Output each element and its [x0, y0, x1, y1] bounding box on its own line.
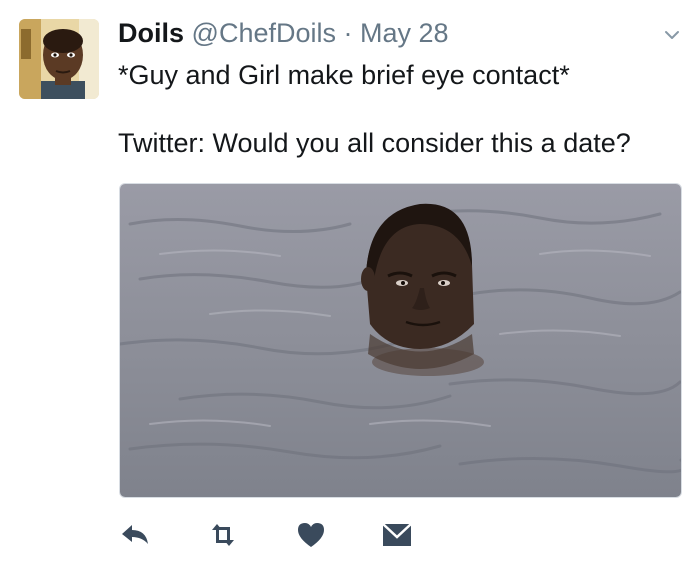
avatar[interactable]: [19, 19, 99, 99]
tweet-media[interactable]: [119, 183, 682, 498]
envelope-icon[interactable]: [380, 520, 414, 550]
tweet-actions: [118, 520, 418, 552]
tweet-text-line-2: Twitter: Would you all consider this a d…: [118, 128, 631, 158]
author-name[interactable]: Doils: [118, 18, 184, 48]
avatar-image: [19, 19, 99, 99]
tweet-header: Doils @ChefDoils · May 28: [118, 16, 449, 50]
tweet-text-line-1: *Guy and Girl make brief eye contact*: [118, 60, 570, 90]
header-separator: ·: [343, 18, 353, 48]
tweet-text: *Guy and Girl make brief eye contact* Tw…: [118, 58, 678, 160]
tweet-date[interactable]: May 28: [360, 18, 449, 48]
text-spacer: [118, 92, 678, 126]
retweet-icon[interactable]: [206, 520, 240, 550]
media-photo: [120, 184, 681, 497]
author-handle[interactable]: @ChefDoils: [192, 18, 336, 48]
reply-icon[interactable]: [118, 520, 152, 550]
chevron-down-icon[interactable]: [663, 26, 681, 44]
heart-icon[interactable]: [294, 520, 328, 550]
